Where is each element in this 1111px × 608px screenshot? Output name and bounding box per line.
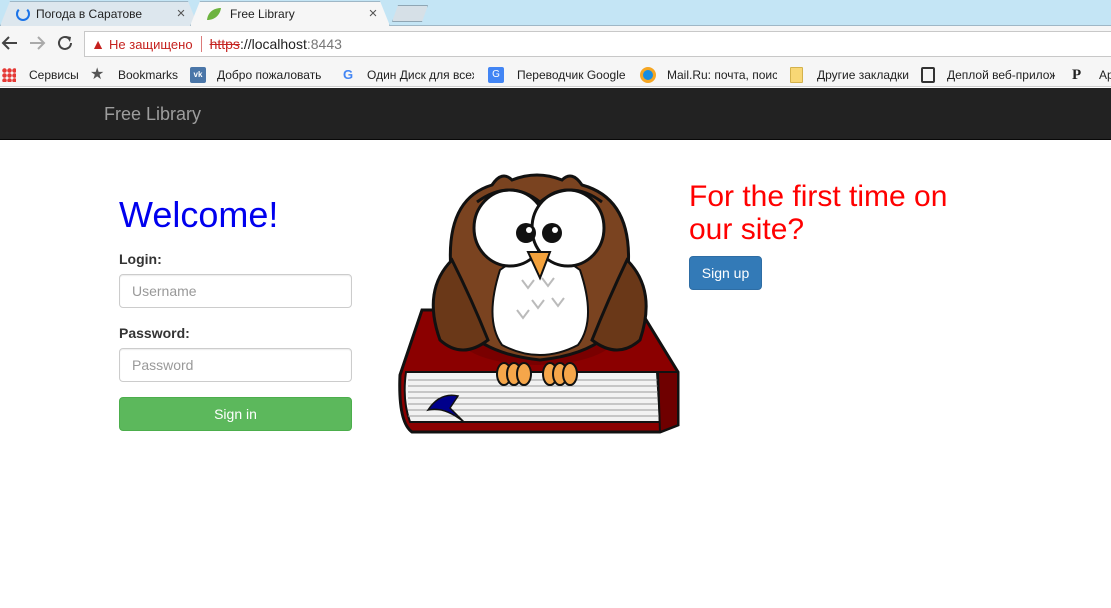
bookmark-disk[interactable]: G Один Диск для всех bbox=[340, 66, 474, 84]
bookmark-vk[interactable]: vk Добро пожаловать bbox=[190, 66, 321, 84]
close-tab-icon[interactable]: × bbox=[366, 6, 380, 21]
bookmark-label: Сервисы bbox=[29, 68, 79, 82]
bookmark-label: Mail.Ru: почта, поис bbox=[667, 68, 777, 82]
omnibox-divider bbox=[200, 36, 202, 52]
url-host: ://localhost bbox=[239, 36, 307, 52]
film-icon bbox=[921, 67, 935, 83]
mailru-icon bbox=[640, 67, 656, 83]
bookmark-label: Один Диск для всех bbox=[367, 68, 474, 82]
bookmark-translate[interactable]: G Переводчик Google bbox=[488, 66, 626, 84]
bookmarks-bar: Сервисы ★ Bookmarks vk Добро пожаловать … bbox=[0, 62, 1111, 87]
p-icon: P bbox=[1072, 67, 1082, 83]
welcome-heading: Welcome! bbox=[119, 194, 279, 235]
tab-weather[interactable]: Погода в Саратове × bbox=[0, 1, 198, 26]
owl-book-illustration bbox=[398, 173, 680, 434]
security-indicator[interactable]: Не защищено bbox=[109, 37, 193, 52]
loading-spinner-icon bbox=[16, 6, 30, 21]
reload-icon bbox=[58, 35, 72, 50]
bookmark-label: Другие закладки bbox=[817, 68, 909, 82]
vk-icon: vk bbox=[190, 67, 206, 83]
browser-toolbar: ▲ Не защищено https ://localhost :8443 bbox=[0, 26, 1111, 62]
password-label: Password: bbox=[119, 325, 190, 341]
password-input[interactable] bbox=[119, 348, 352, 382]
bookmark-deploy[interactable]: Деплой веб-прилож bbox=[921, 66, 1055, 84]
first-time-heading: For the first time on our site? bbox=[689, 180, 948, 246]
bookmark-label: Bookmarks bbox=[118, 68, 179, 82]
site-navbar: Free Library bbox=[0, 88, 1111, 140]
login-label: Login: bbox=[119, 251, 162, 267]
url-port: :8443 bbox=[306, 36, 342, 52]
back-button[interactable] bbox=[0, 34, 20, 54]
tab-title: Погода в Саратове bbox=[36, 6, 143, 21]
reload-button[interactable] bbox=[55, 34, 75, 54]
bookmark-label: Добро пожаловать bbox=[217, 68, 322, 82]
username-input[interactable] bbox=[119, 274, 352, 308]
bookmark-services[interactable]: Сервисы bbox=[2, 66, 79, 84]
bookmark-label: Переводчик Google bbox=[517, 68, 626, 82]
google-icon: G bbox=[342, 67, 354, 82]
star-icon: ★ bbox=[90, 66, 105, 83]
close-tab-icon[interactable]: × bbox=[174, 6, 188, 21]
bookmark-label: Деплой веб-прилож bbox=[947, 68, 1055, 82]
forward-button[interactable] bbox=[27, 34, 47, 54]
tab-strip: Погода в Саратове × Free Library × bbox=[0, 0, 1111, 26]
warning-icon: ▲ bbox=[91, 36, 105, 52]
spring-leaf-icon bbox=[207, 7, 221, 20]
bookmark-mailru[interactable]: Mail.Ru: почта, поис bbox=[640, 66, 777, 84]
url-scheme: https bbox=[209, 36, 240, 52]
tab-free-library[interactable]: Free Library × bbox=[190, 1, 390, 26]
folder-icon bbox=[790, 67, 803, 83]
address-bar[interactable]: ▲ Не защищено https ://localhost :8443 bbox=[84, 31, 1111, 57]
forward-arrow-icon bbox=[30, 36, 46, 50]
bookmark-bookmarks[interactable]: ★ Bookmarks bbox=[90, 66, 178, 84]
back-arrow-icon bbox=[1, 36, 17, 50]
sign-up-button[interactable]: Sign up bbox=[689, 256, 762, 290]
bookmark-p[interactable]: P Ар bbox=[1072, 66, 1111, 84]
translate-icon: G bbox=[488, 67, 504, 83]
brand-link[interactable]: Free Library bbox=[104, 104, 201, 125]
new-tab-button[interactable] bbox=[392, 5, 428, 22]
apps-grid-icon bbox=[2, 68, 16, 82]
sign-in-button[interactable]: Sign in bbox=[119, 397, 352, 431]
bookmark-label: Ар bbox=[1099, 68, 1111, 82]
bookmark-other[interactable]: Другие закладки bbox=[790, 66, 909, 84]
tab-title: Free Library bbox=[230, 6, 295, 21]
